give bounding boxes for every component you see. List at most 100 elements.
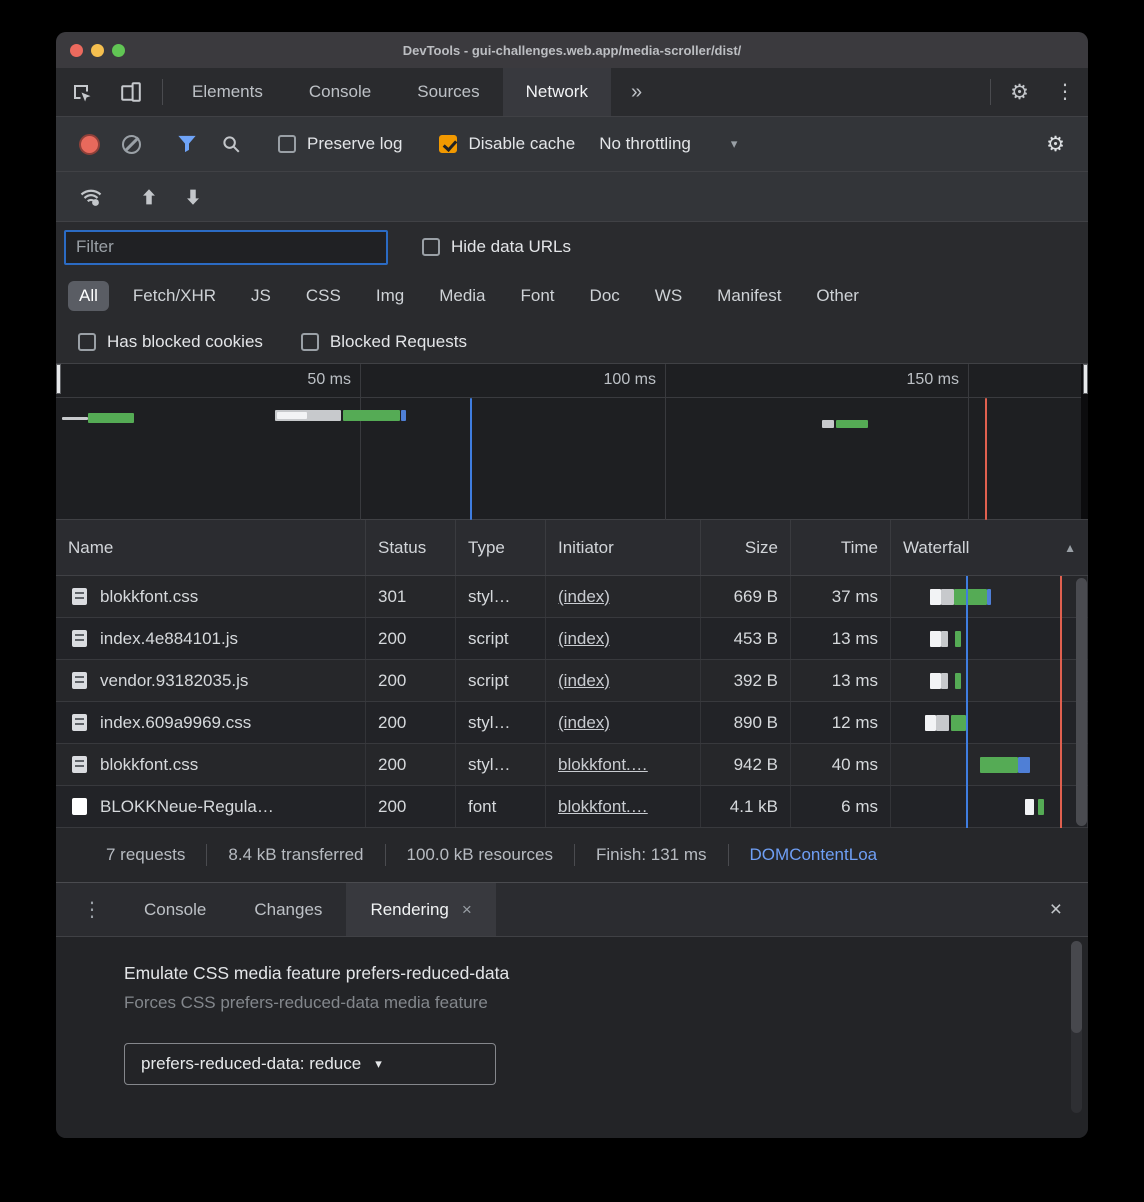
device-toolbar-button[interactable] [106, 68, 156, 116]
search-icon [220, 133, 242, 155]
blocked-requests-checkbox[interactable] [301, 333, 319, 351]
column-header-initiator[interactable]: Initiator [546, 520, 701, 575]
overview-right-handle[interactable] [1083, 364, 1088, 394]
arrow-up-icon [138, 186, 160, 208]
chevrons-icon: » [631, 81, 642, 104]
column-header-waterfall[interactable]: Waterfall ▲ [891, 520, 1088, 575]
file-icon [72, 588, 87, 605]
disable-cache-checkbox[interactable] [439, 135, 457, 153]
filter-chip-ws[interactable]: WS [644, 281, 693, 311]
name-cell: index.4e884101.js [56, 618, 366, 659]
more-tabs-button[interactable]: » [611, 68, 662, 116]
maximize-window-button[interactable] [112, 44, 125, 57]
divider [574, 844, 575, 866]
filter-chip-other[interactable]: Other [805, 281, 870, 311]
table-row[interactable]: BLOKKNeue-Regula… 200 font blokkfont.… 4… [56, 786, 1088, 828]
filter-input[interactable] [64, 230, 388, 265]
column-header-time[interactable]: Time [791, 520, 891, 575]
clear-button[interactable] [111, 135, 152, 154]
rendering-panel: Emulate CSS media feature prefers-reduce… [56, 937, 1088, 1138]
network-conditions-button[interactable] [68, 187, 114, 207]
filter-toggle-button[interactable] [165, 134, 209, 154]
has-blocked-cookies-checkbox[interactable] [78, 333, 96, 351]
disable-cache-group: Disable cache [427, 134, 587, 154]
request-name: index.609a9969.css [100, 713, 251, 733]
window-title: DevTools - gui-challenges.web.app/media-… [403, 43, 742, 58]
drawer-tab-rendering[interactable]: Rendering × [346, 883, 495, 936]
record-button[interactable] [68, 134, 111, 155]
initiator-link[interactable]: (index) [558, 629, 610, 649]
filter-section: Hide data URLs All Fetch/XHR JS CSS Img … [56, 222, 1088, 364]
filter-chip-img[interactable]: Img [365, 281, 415, 311]
clear-icon [122, 135, 141, 154]
preserve-log-group: Preserve log [266, 134, 414, 154]
initiator-cell: (index) [546, 660, 701, 701]
filter-chip-all[interactable]: All [68, 281, 109, 311]
hide-data-urls-checkbox[interactable] [422, 238, 440, 256]
tab-sources[interactable]: Sources [394, 68, 502, 116]
table-row[interactable]: index.4e884101.js 200 script (index) 453… [56, 618, 1088, 660]
preserve-log-checkbox[interactable] [278, 135, 296, 153]
initiator-link[interactable]: (index) [558, 671, 610, 691]
filter-chip-fetch-xhr[interactable]: Fetch/XHR [122, 281, 227, 311]
filter-chip-js[interactable]: JS [240, 281, 282, 311]
network-overview[interactable]: 50 ms 100 ms 150 ms [56, 364, 1088, 520]
tab-close-icon[interactable]: × [462, 900, 472, 920]
requests-list: blokkfont.css 301 styl… (index) 669 B 37… [56, 576, 1088, 828]
initiator-link[interactable]: blokkfont.… [558, 797, 648, 817]
request-name: vendor.93182035.js [100, 671, 248, 691]
initiator-link[interactable]: (index) [558, 587, 610, 607]
column-header-type[interactable]: Type [456, 520, 546, 575]
has-blocked-cookies-group: Has blocked cookies [66, 332, 275, 352]
inspect-element-button[interactable] [56, 68, 106, 116]
initiator-link[interactable]: (index) [558, 713, 610, 733]
settings-button[interactable]: ⚙ [997, 68, 1042, 116]
filter-chip-css[interactable]: CSS [295, 281, 352, 311]
drawer-close-button[interactable]: × [1024, 883, 1088, 936]
drawer-menu-button[interactable]: ⋮ [56, 883, 120, 936]
finish-time: Finish: 131 ms [596, 845, 707, 865]
filter-chip-doc[interactable]: Doc [579, 281, 631, 311]
type-cell: styl… [456, 702, 546, 743]
time-tick-label: 100 ms [604, 371, 665, 389]
filter-chip-manifest[interactable]: Manifest [706, 281, 792, 311]
name-cell: BLOKKNeue-Regula… [56, 786, 366, 827]
main-menu-button[interactable]: ⋮ [1042, 68, 1088, 116]
import-har-button[interactable] [127, 186, 171, 208]
initiator-link[interactable]: blokkfont.… [558, 755, 648, 775]
column-header-name[interactable]: Name [56, 520, 366, 575]
network-settings-button[interactable]: ⚙ [1035, 134, 1076, 155]
throttling-value: No throttling [599, 134, 691, 154]
divider [728, 844, 729, 866]
overview-left-handle[interactable] [56, 364, 61, 394]
tab-console[interactable]: Console [286, 68, 394, 116]
tab-network[interactable]: Network [503, 68, 611, 116]
throttling-select[interactable]: No throttling ▾ [587, 134, 749, 154]
drawer-tab-console[interactable]: Console [120, 883, 230, 936]
search-button[interactable] [209, 133, 253, 155]
drawer-scrollbar-thumb[interactable] [1071, 941, 1082, 1033]
kebab-icon: ⋮ [1055, 82, 1075, 102]
table-scrollbar[interactable] [1076, 578, 1087, 826]
requests-count: 7 requests [106, 845, 185, 865]
preserve-log-label: Preserve log [307, 134, 402, 154]
filter-chip-media[interactable]: Media [428, 281, 496, 311]
table-row[interactable]: index.609a9969.css 200 styl… (index) 890… [56, 702, 1088, 744]
table-row[interactable]: blokkfont.css 200 styl… blokkfont.… 942 … [56, 744, 1088, 786]
minimize-window-button[interactable] [91, 44, 104, 57]
table-row[interactable]: blokkfont.css 301 styl… (index) 669 B 37… [56, 576, 1088, 618]
type-cell: styl… [456, 744, 546, 785]
has-blocked-cookies-label: Has blocked cookies [107, 332, 263, 352]
table-header: Name Status Type Initiator Size Time Wat… [56, 520, 1088, 576]
tab-elements[interactable]: Elements [169, 68, 286, 116]
close-window-button[interactable] [70, 44, 83, 57]
drawer-tab-changes[interactable]: Changes [230, 883, 346, 936]
prefers-reduced-data-select[interactable]: prefers-reduced-data: reduce ▾ [124, 1043, 496, 1085]
time-cell: 12 ms [791, 702, 891, 743]
column-header-status[interactable]: Status [366, 520, 456, 575]
table-row[interactable]: vendor.93182035.js 200 script (index) 39… [56, 660, 1088, 702]
filter-chip-font[interactable]: Font [510, 281, 566, 311]
export-har-button[interactable] [171, 186, 215, 208]
time-cell: 40 ms [791, 744, 891, 785]
column-header-size[interactable]: Size [701, 520, 791, 575]
